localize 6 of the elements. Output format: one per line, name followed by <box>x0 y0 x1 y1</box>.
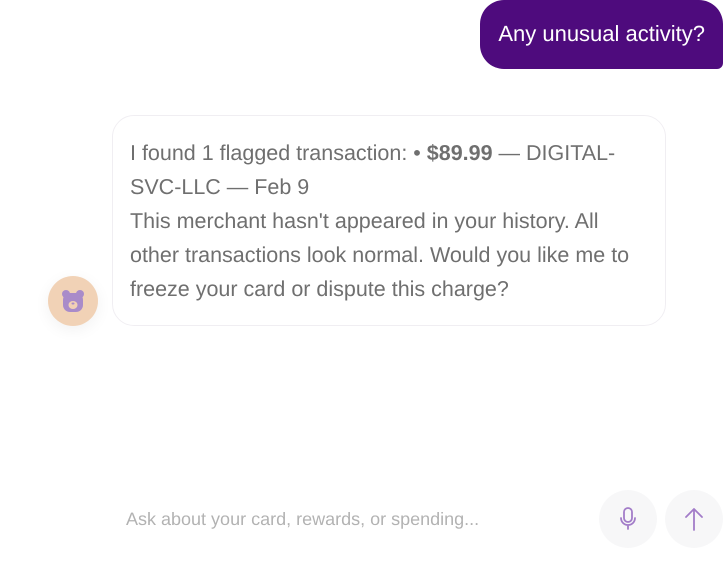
message-input-field[interactable]: Ask about your card, rewards, or spending... <box>126 500 591 538</box>
assistant-message: I found 1 flagged transaction: • $89.99 — DIGITAL-SVC-LLC — Feb 9 This merchant hasn't appeared in your history. All other transactions look normal. Would you like me to freeze your card or dispute this charge? <box>112 115 666 326</box>
arrow-up-icon <box>684 506 704 532</box>
bear-avatar-icon <box>48 276 98 326</box>
microphone-icon <box>619 506 637 532</box>
user-message: Any unusual activity? <box>480 0 723 69</box>
